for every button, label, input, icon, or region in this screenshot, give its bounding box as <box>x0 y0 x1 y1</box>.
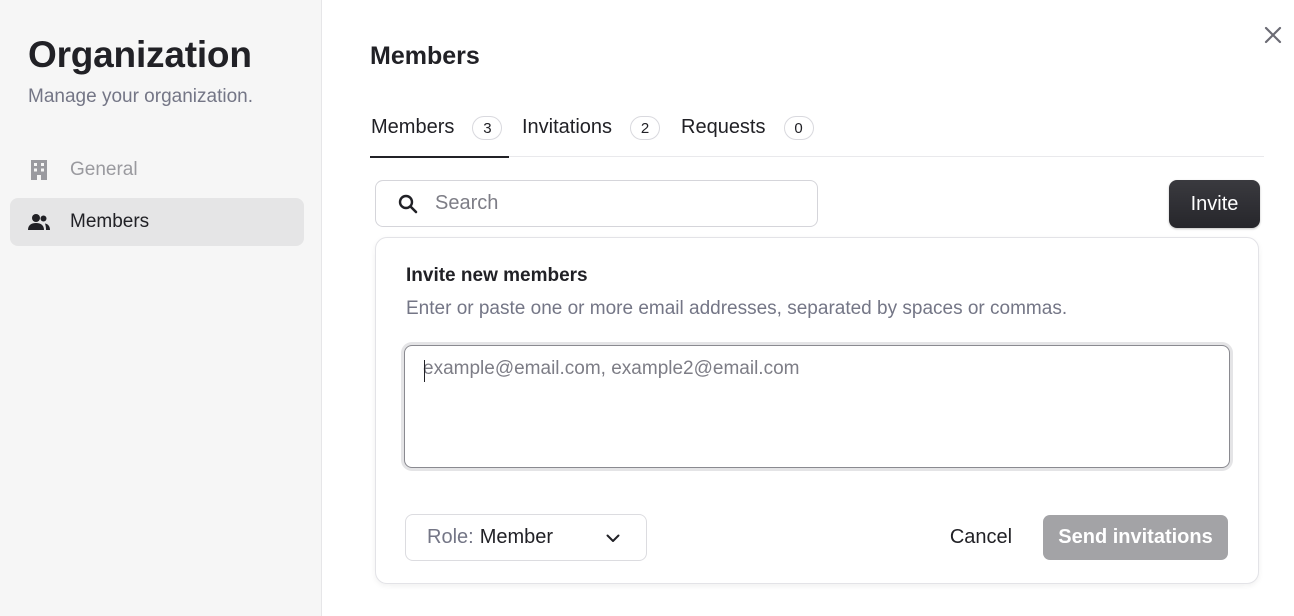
tab-members[interactable]: Members 3 <box>370 110 509 158</box>
tab-count-badge: 2 <box>630 116 661 140</box>
role-label: Role: <box>427 526 474 548</box>
tab-invitations[interactable]: Invitations 2 <box>522 110 661 157</box>
role-select[interactable]: Role: Member <box>405 514 647 561</box>
search-field[interactable] <box>375 180 818 227</box>
email-addresses-input[interactable] <box>405 346 1229 467</box>
send-invitations-button[interactable]: Send invitations <box>1043 515 1228 560</box>
chevron-down-icon <box>606 531 620 545</box>
close-icon <box>1264 26 1282 49</box>
sidebar-item-general[interactable]: General <box>10 146 304 194</box>
invite-card-description: Enter or paste one or more email address… <box>406 298 1068 319</box>
sidebar-item-label: General <box>70 159 138 180</box>
tab-label: Invitations <box>522 116 613 138</box>
sidebar: Organization Manage your organization. G… <box>0 0 322 616</box>
close-button[interactable] <box>1259 23 1287 51</box>
tab-count-badge: 0 <box>783 116 814 140</box>
invite-card-title: Invite new members <box>406 265 588 286</box>
members-tabs: Members 3 Invitations 2 Requests 0 <box>370 110 1264 158</box>
search-icon <box>397 193 419 215</box>
role-value: Member <box>479 526 554 548</box>
building-icon <box>28 159 50 181</box>
page-title: Members <box>370 42 480 70</box>
email-input-wrapper <box>404 345 1230 468</box>
tab-requests[interactable]: Requests 0 <box>681 110 814 157</box>
tab-label: Requests <box>681 116 766 138</box>
text-cursor <box>424 360 425 382</box>
sidebar-item-members[interactable]: Members <box>10 198 304 246</box>
active-tab-indicator <box>370 156 509 158</box>
search-input[interactable] <box>435 192 795 215</box>
tab-count-badge: 3 <box>472 116 503 140</box>
invite-button[interactable]: Invite <box>1169 180 1260 228</box>
users-icon <box>28 211 50 233</box>
cancel-button[interactable]: Cancel <box>932 514 1030 561</box>
org-subtitle: Manage your organization. <box>28 86 253 107</box>
invite-members-card: Invite new members Enter or paste one or… <box>375 237 1259 584</box>
org-title: Organization <box>28 34 252 75</box>
tab-label: Members <box>371 116 455 138</box>
sidebar-item-label: Members <box>70 211 150 232</box>
